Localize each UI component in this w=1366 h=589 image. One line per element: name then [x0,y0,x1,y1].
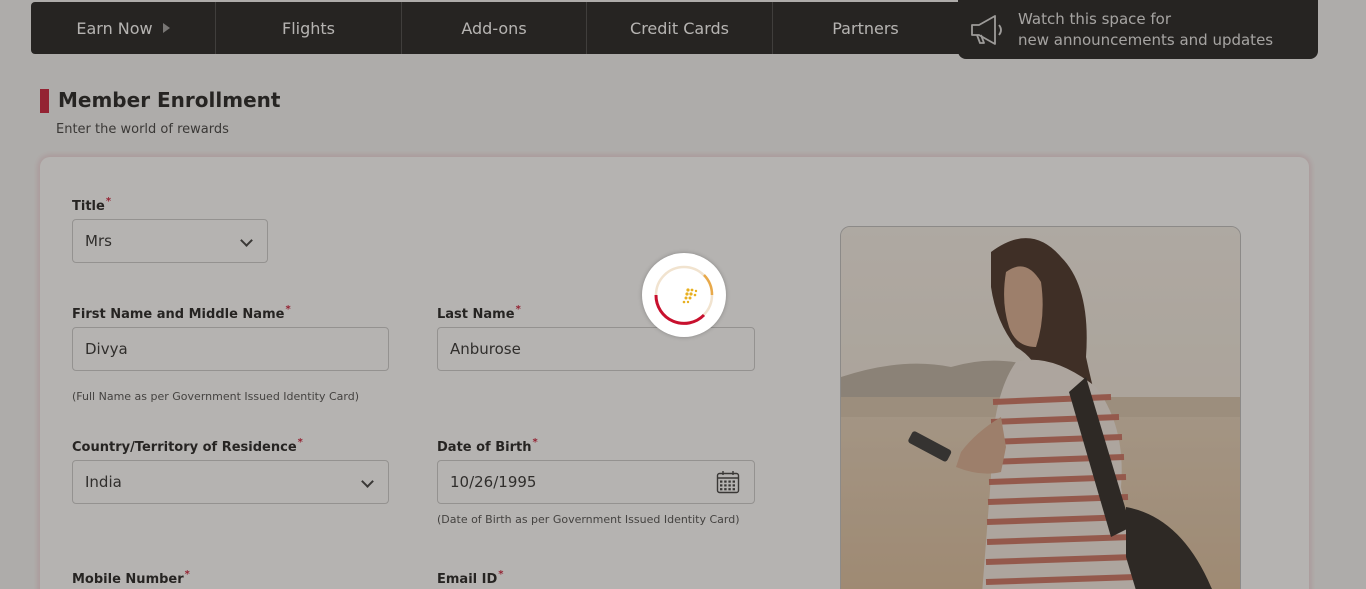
loading-spinner [642,253,726,337]
spinner-ring-icon [654,265,714,325]
